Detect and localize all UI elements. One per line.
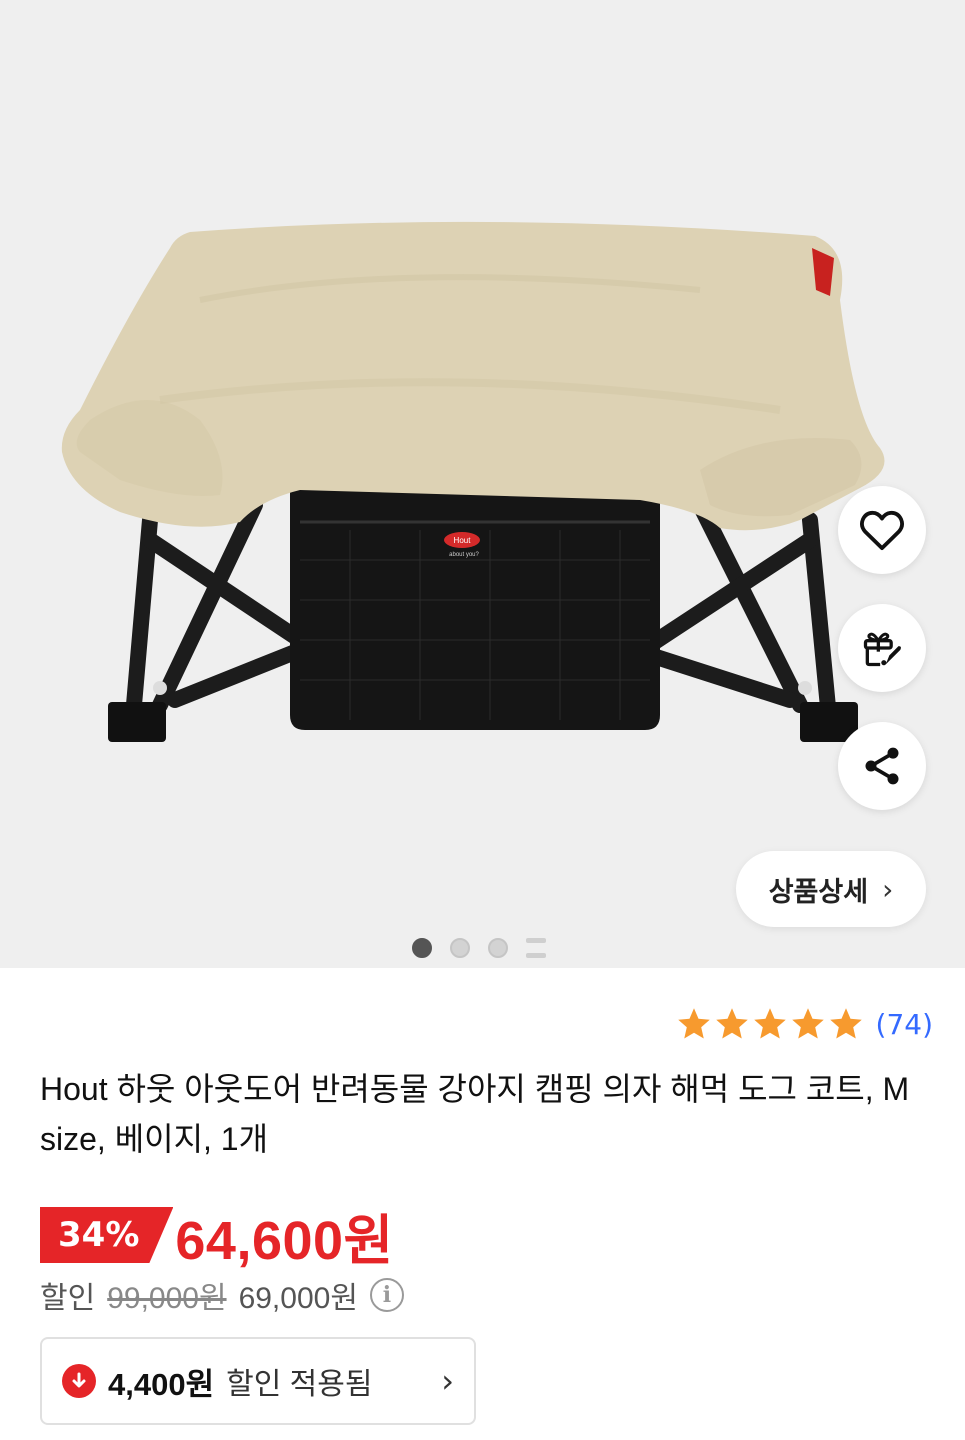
image-pager	[412, 936, 546, 960]
coupon-text: 할인 적용됨	[226, 1368, 373, 1401]
review-count-link[interactable]: (74)	[876, 1008, 933, 1041]
discount-badge: 34%	[40, 1207, 174, 1263]
share-button[interactable]	[838, 722, 926, 810]
gallery-grid-icon[interactable]	[526, 938, 546, 958]
product-image[interactable]: Hout about you?	[0, 0, 965, 968]
base-price: 69,000원	[238, 1282, 358, 1315]
star-icon	[715, 1008, 748, 1039]
discount-label: 할인	[40, 1282, 96, 1315]
rating[interactable]: (74)	[676, 1006, 933, 1042]
star-icon	[677, 1008, 710, 1039]
share-icon	[865, 747, 899, 785]
coupon-amount: 4,400원	[108, 1366, 215, 1402]
product-detail-button[interactable]: 상품상세 ›	[736, 851, 926, 927]
arrow-down-icon	[62, 1364, 96, 1398]
heart-icon	[860, 510, 904, 551]
gift-rocket-icon	[863, 632, 901, 667]
price-breakdown: 할인 99,000원 69,000원 i	[40, 1274, 404, 1316]
coupon-applied-button[interactable]: 4,400원 할인 적용됨 ›	[40, 1337, 476, 1425]
star-icon	[791, 1008, 824, 1039]
star-icon	[753, 1008, 786, 1039]
sale-price: 64,600원	[175, 1210, 394, 1271]
pager-dot[interactable]	[450, 938, 470, 958]
product-image-carousel[interactable]: Hout about you? 상품상세 ›	[0, 0, 965, 968]
pager-dot[interactable]	[412, 938, 432, 958]
product-title: Hout 하웃 아웃도어 반려동물 강아지 캠핑 의자 해먹 도그 코트, M …	[40, 1071, 910, 1157]
original-price: 99,000원	[107, 1282, 227, 1315]
like-button[interactable]	[838, 486, 926, 574]
brand-tag-subtext: about you?	[449, 552, 479, 558]
chevron-right-icon: ›	[882, 872, 894, 906]
star-icon	[829, 1008, 862, 1039]
info-icon[interactable]: i	[369, 1278, 404, 1312]
pager-dot[interactable]	[488, 938, 508, 958]
brand-tag-text: Hout	[454, 536, 472, 545]
chevron-right-icon: ›	[441, 1362, 454, 1400]
product-detail-label: 상품상세	[768, 876, 869, 908]
gift-button[interactable]	[838, 604, 926, 692]
price-row: 34% 64,600원	[40, 1200, 394, 1271]
